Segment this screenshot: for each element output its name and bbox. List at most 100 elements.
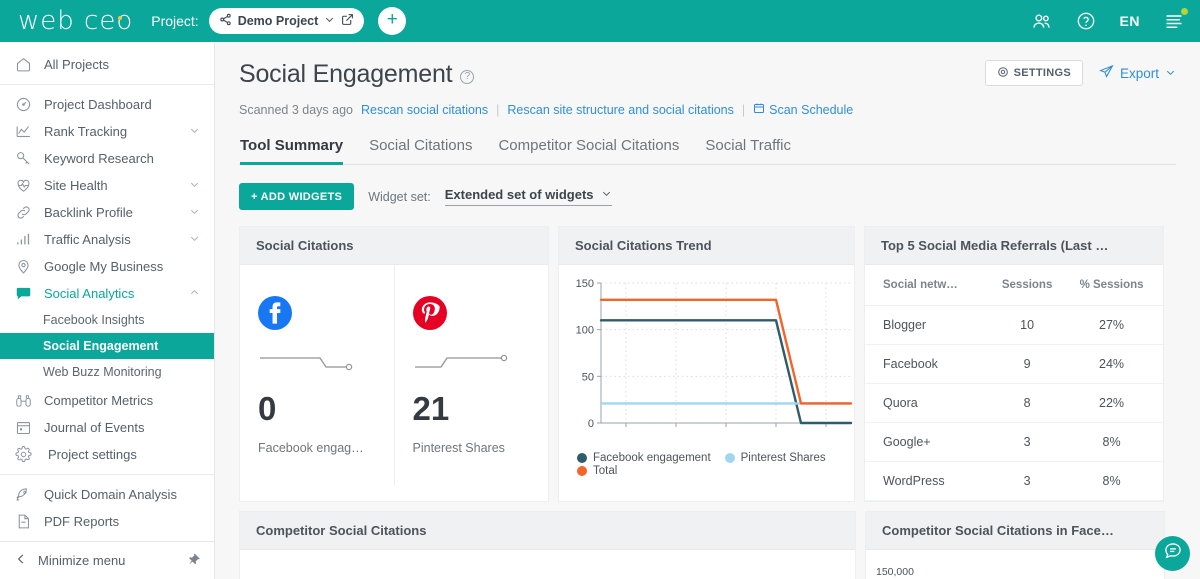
external-link-icon[interactable] xyxy=(341,13,354,29)
key-icon xyxy=(14,150,32,168)
bar-chart-icon xyxy=(14,231,32,249)
sidebar-item-competitor-metrics[interactable]: Competitor Metrics xyxy=(0,387,214,414)
table-row[interactable]: Blogger 10 27% xyxy=(865,305,1163,345)
kpi-value-facebook: 0 xyxy=(258,389,277,427)
cell-network: Google+ xyxy=(865,422,995,462)
legend-item-pinterest-shares[interactable]: Pinterest Shares xyxy=(724,452,826,464)
chevron-down-icon[interactable] xyxy=(324,14,335,28)
sidebar-subitem-social-engagement[interactable]: Social Engagement xyxy=(0,333,214,359)
chat-bubble-icon xyxy=(1163,541,1183,566)
cell-sessions: 3 xyxy=(994,422,1071,462)
sidebar-label-google-my-business: Google My Business xyxy=(44,259,164,274)
question-circle-icon[interactable]: ? xyxy=(460,70,475,84)
sidebar-label-quick-domain-analysis: Quick Domain Analysis xyxy=(44,487,177,502)
legend-label: Facebook engagement xyxy=(593,452,711,464)
legend-item-facebook-engagement[interactable]: Facebook engagement xyxy=(577,452,711,464)
app-root: web ceo Project: Demo Project + EN All P… xyxy=(0,0,1200,579)
sidebar-subitem-facebook-insights[interactable]: Facebook Insights xyxy=(0,307,214,333)
sidebar-item-all-projects[interactable]: All Projects xyxy=(0,51,214,78)
tab-tool-summary[interactable]: Tool Summary xyxy=(240,137,344,165)
sidebar-item-project-dashboard[interactable]: Project Dashboard xyxy=(0,91,214,118)
question-circle-icon[interactable] xyxy=(1076,11,1096,31)
link-icon xyxy=(14,204,32,222)
kpi-value-pinterest: 21 xyxy=(412,389,450,427)
project-selector[interactable]: Demo Project xyxy=(208,8,365,34)
sidebar-item-journal-of-events[interactable]: Journal of Events xyxy=(0,414,214,441)
widget-body: 150,000 xyxy=(866,550,1164,579)
settings-button[interactable]: SETTINGS xyxy=(984,60,1083,86)
pin-icon[interactable] xyxy=(186,552,201,570)
sidebar-minimize-bar[interactable]: Minimize menu xyxy=(0,541,214,579)
legend-swatch xyxy=(724,453,735,463)
column-header-sessions[interactable]: Sessions xyxy=(994,265,1071,306)
share-nodes-icon xyxy=(219,13,232,29)
sidebar-label-competitor-metrics: Competitor Metrics xyxy=(44,393,154,408)
column-header-pct-sessions[interactable]: % Sessions xyxy=(1070,265,1163,306)
table-row[interactable]: Facebook 9 24% xyxy=(865,344,1163,384)
users-icon[interactable] xyxy=(1031,11,1052,32)
sidebar-label-site-health: Site Health xyxy=(44,178,108,193)
sidebar-label-traffic-analysis: Traffic Analysis xyxy=(44,232,131,247)
rescan-social-citations-link[interactable]: Rescan social citations xyxy=(361,103,488,117)
sidebar-item-quick-domain-analysis[interactable]: Quick Domain Analysis xyxy=(0,481,214,508)
chevron-left-icon[interactable] xyxy=(14,552,28,569)
chevron-up-icon[interactable] xyxy=(189,287,200,301)
sidebar-item-backlink-profile[interactable]: Backlink Profile xyxy=(0,199,214,226)
chevron-down-icon[interactable] xyxy=(189,125,200,139)
tab-competitor-social-citations[interactable]: Competitor Social Citations xyxy=(498,137,679,164)
widget-body: 0 50 100 150 Facebook engagement Pinterest … xyxy=(559,265,854,485)
widget-body xyxy=(240,550,855,579)
add-project-button[interactable]: + xyxy=(378,7,407,35)
chevron-down-icon[interactable] xyxy=(1165,66,1176,81)
referrals-table: Social netw… Sessions % Sessions Blogger… xyxy=(865,265,1163,501)
legend-item-total[interactable]: Total xyxy=(577,465,854,477)
scan-schedule-link[interactable]: Scan Schedule xyxy=(753,102,853,117)
project-name: Demo Project xyxy=(237,14,319,28)
widget-set-select[interactable]: Extended set of widgets xyxy=(444,187,612,206)
chevron-down-icon[interactable] xyxy=(601,187,612,202)
rescan-site-structure-link[interactable]: Rescan site structure and social citatio… xyxy=(507,103,734,117)
table-row[interactable]: Google+ 3 8% xyxy=(865,422,1163,462)
legend-label: Pinterest Shares xyxy=(740,452,826,464)
app-logo[interactable]: web ceo xyxy=(18,6,137,36)
tab-social-traffic[interactable]: Social Traffic xyxy=(705,137,791,164)
facebook-icon xyxy=(258,295,292,335)
chevron-down-icon[interactable] xyxy=(189,206,200,220)
sidebar-label-pdf-reports: PDF Reports xyxy=(44,514,120,529)
heart-pulse-icon xyxy=(14,177,32,195)
legend-label: Total xyxy=(593,465,618,477)
column-header-network[interactable]: Social netw… xyxy=(865,265,995,306)
tab-social-citations[interactable]: Social Citations xyxy=(369,137,472,164)
widget-social-citations: Social Citations 0 Facebook engagem 21 P… xyxy=(239,226,549,502)
add-widgets-button[interactable]: + ADD WIDGETS xyxy=(239,183,355,210)
chevron-down-icon[interactable] xyxy=(189,179,200,193)
hamburger-menu-icon[interactable] xyxy=(1164,8,1188,31)
tab-bar: Tool Summary Social Citations Competitor… xyxy=(239,137,1176,165)
chat-support-button[interactable] xyxy=(1155,536,1190,571)
sidebar-item-project-settings[interactable]: Project settings xyxy=(0,441,214,468)
cell-sessions: 10 xyxy=(994,305,1071,345)
table-row[interactable]: Quora 8 22% xyxy=(865,383,1163,423)
chart-line-icon xyxy=(14,123,32,141)
table-row[interactable]: WordPress 3 8% xyxy=(865,461,1163,501)
widget-body: Social netw… Sessions % Sessions Blogger… xyxy=(865,265,1163,501)
sidebar-item-keyword-research[interactable]: Keyword Research xyxy=(0,145,214,172)
sidebar-item-social-analytics[interactable]: Social Analytics xyxy=(0,280,214,307)
cell-sessions: 9 xyxy=(994,344,1071,384)
sidebar-item-site-health[interactable]: Site Health xyxy=(0,172,214,199)
sidebar-label-backlink-profile: Backlink Profile xyxy=(44,205,133,220)
cell-pct: 8% xyxy=(1070,461,1163,501)
scan-schedule-label[interactable]: Scan Schedule xyxy=(769,103,853,117)
language-selector[interactable]: EN xyxy=(1120,13,1140,29)
sidebar-item-pdf-reports[interactable]: PDF Reports xyxy=(0,508,214,535)
export-button[interactable]: Export xyxy=(1099,64,1176,82)
sidebar-item-google-my-business[interactable]: Google My Business xyxy=(0,253,214,280)
chevron-down-icon[interactable] xyxy=(189,233,200,247)
table-body: Blogger 10 27% Facebook 9 24% Quora 8 22… xyxy=(865,305,1163,501)
top-header: web ceo Project: Demo Project + EN xyxy=(0,0,1200,42)
sidebar-item-traffic-analysis[interactable]: Traffic Analysis xyxy=(0,226,214,253)
sidebar-item-rank-tracking[interactable]: Rank Tracking xyxy=(0,118,214,145)
widget-competitor-social-citations-facebook: Competitor Social Citations in Face… 150… xyxy=(865,511,1165,579)
sidebar-subitem-web-buzz-monitoring[interactable]: Web Buzz Monitoring xyxy=(0,359,214,385)
binoculars-icon xyxy=(14,392,32,410)
